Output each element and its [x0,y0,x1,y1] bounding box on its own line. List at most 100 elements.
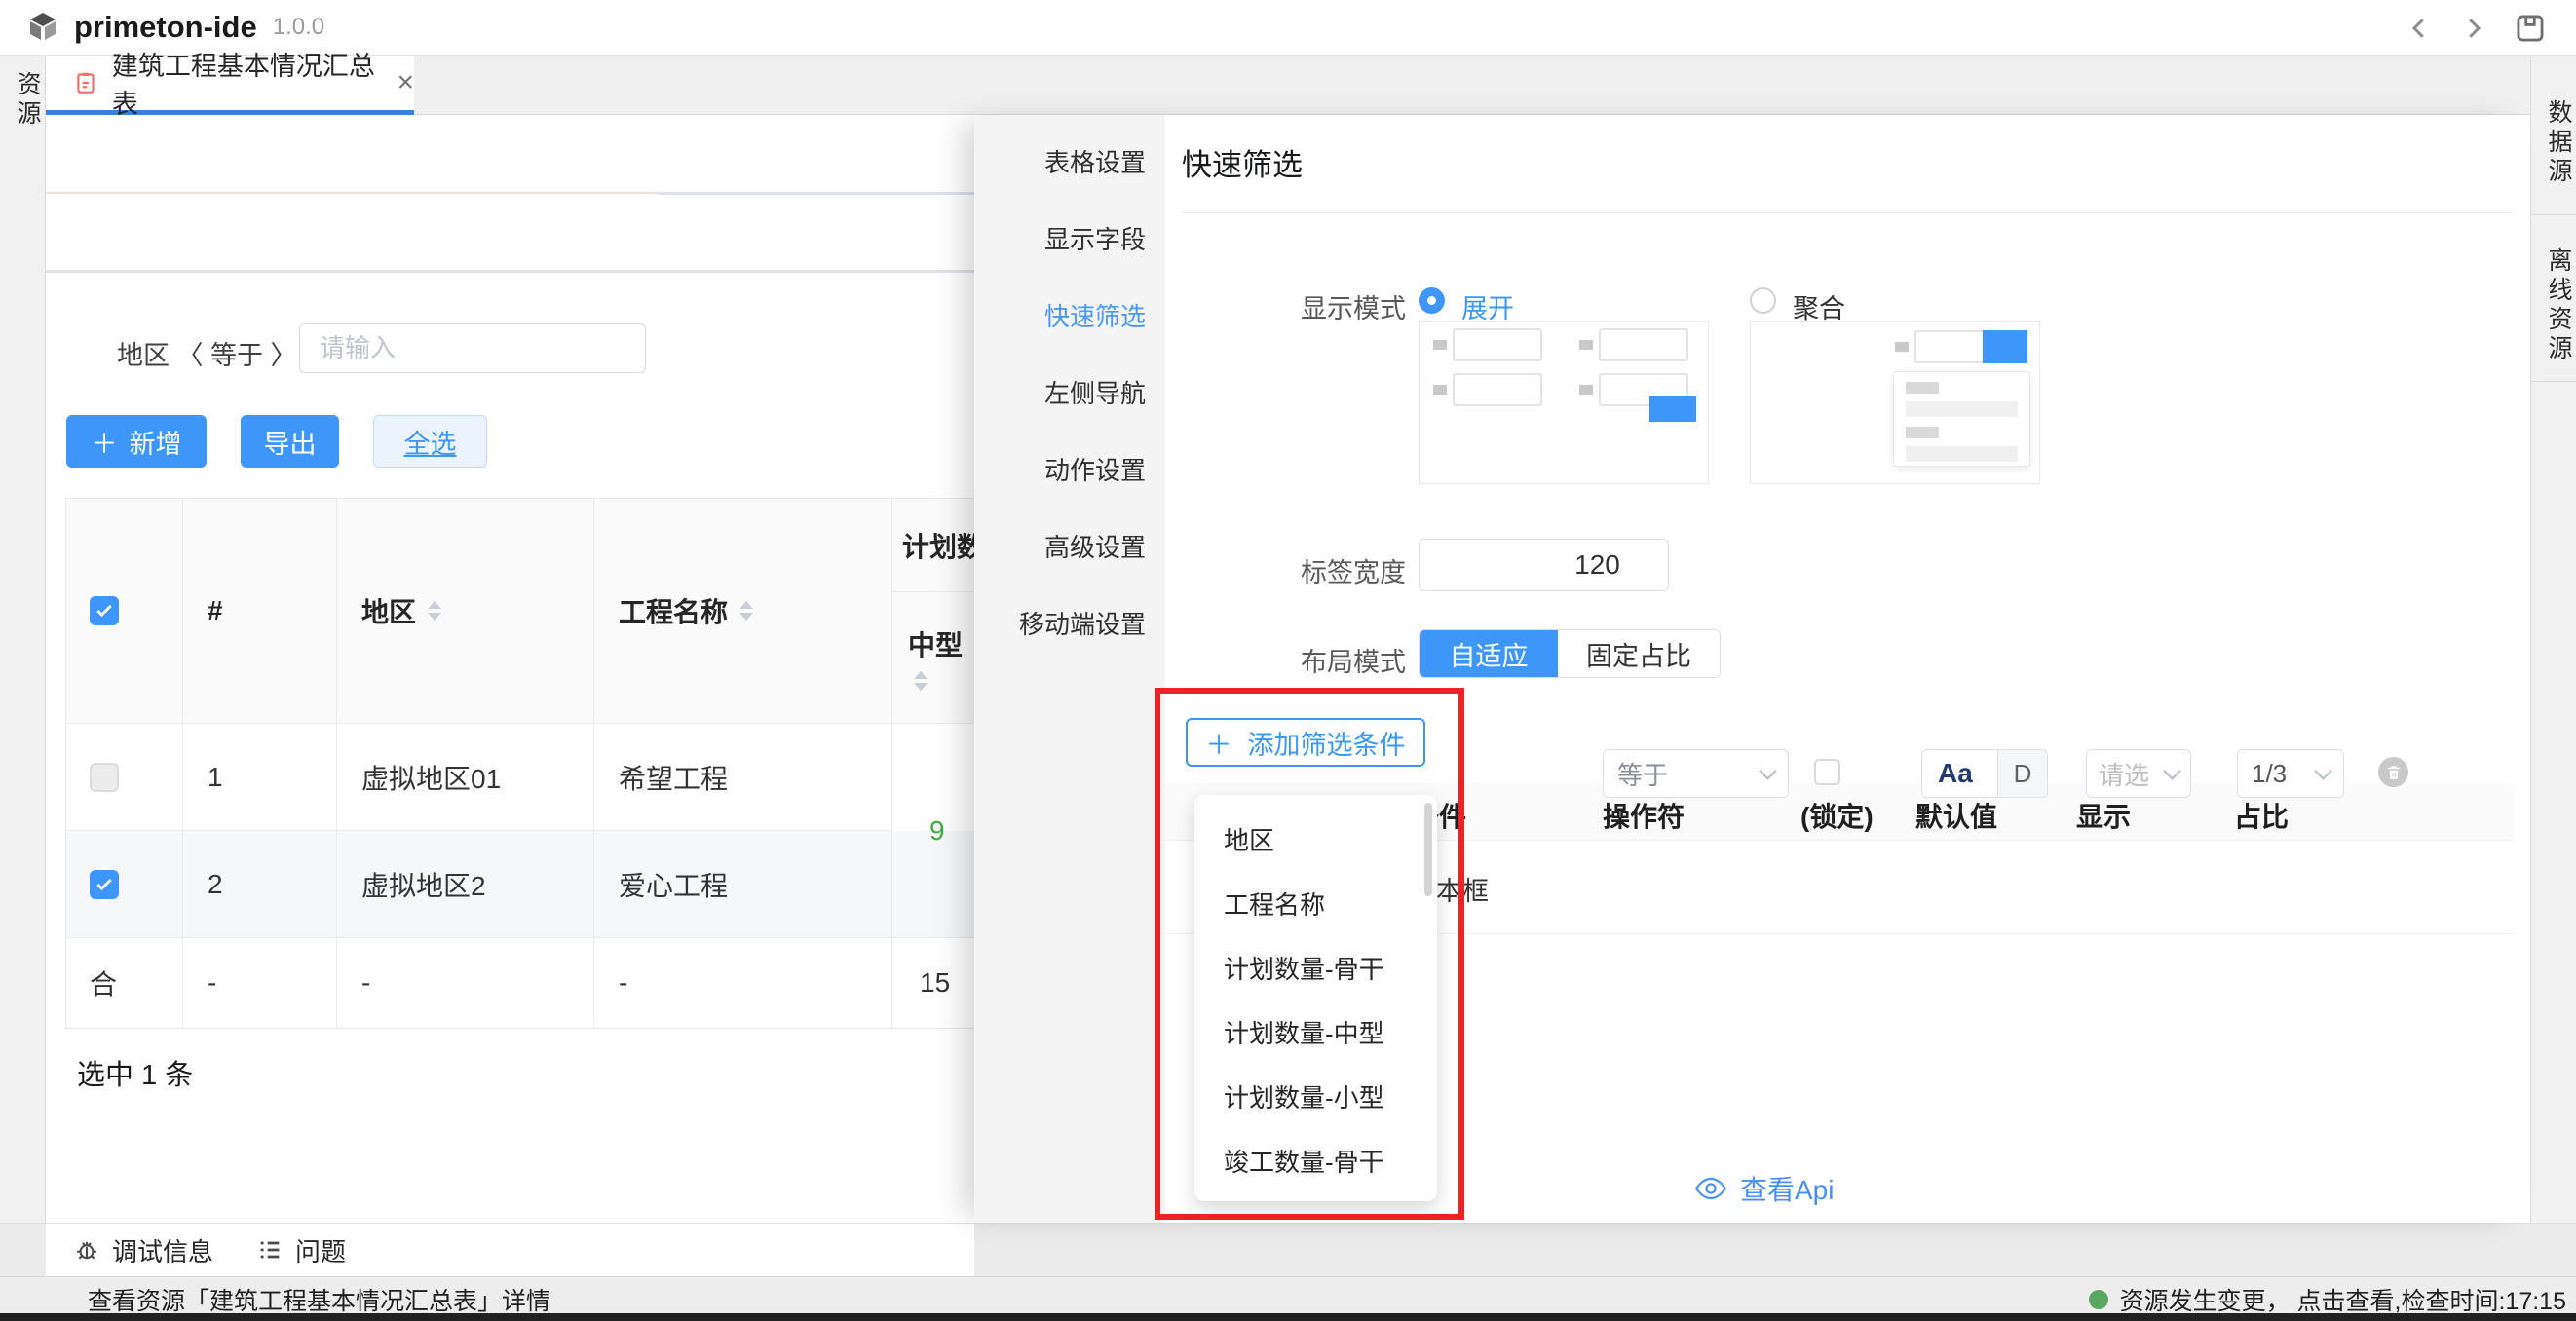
tab-title: 建筑工程基本情况汇总表 [112,45,380,121]
header-default: 默认值 [1915,796,1997,835]
region-filter-label: 地区 〈 等于 〉 [117,334,297,372]
nav-forward-icon[interactable] [2459,14,2488,43]
col-plan-group: 计划数量 [892,499,974,592]
plus-icon: ＋ [92,423,118,461]
row2-checkbox[interactable] [90,870,119,899]
radio-expand-label[interactable]: 展开 [1461,287,1514,325]
export-button[interactable]: 导出 [241,415,339,468]
list-icon [256,1236,284,1264]
resource-change-notice[interactable]: 资源发生变更， 点击查看,检查时间:17:15 [2089,1282,2566,1317]
label-width-input[interactable] [1420,540,1669,590]
menu-item-display-fields[interactable]: 显示字段 [974,200,1165,277]
merged-plan-mid-value: 9 [892,724,974,938]
lock-checkbox[interactable] [1814,759,1840,785]
right-rail: 数据源 离线资源 [2530,56,2576,1276]
menu-item-left-nav[interactable]: 左侧导航 [974,354,1165,431]
settings-menu: 表格设置 显示字段 快速筛选 左侧导航 动作设置 高级设置 移动端设置 [974,115,1165,1223]
tab-summary-table[interactable]: 建筑工程基本情况汇总表 × [46,56,414,115]
status-green-dot-icon [2089,1290,2108,1309]
menu-item-action-settings[interactable]: 动作设置 [974,431,1165,508]
segment-fixed-ratio[interactable]: 固定占比 [1558,630,1720,677]
add-row-button[interactable]: ＋ 新增 [66,415,207,468]
canvas-divider-pink [46,192,658,194]
table-row[interactable]: 2 虚拟地区2 爱心工程 [66,831,974,938]
summary-plan-mid-value: 15 [892,938,974,1028]
status-message: 查看资源「建筑工程基本情况汇总表」详情 [88,1282,550,1317]
layout-mode-label: 布局模式 [1165,641,1406,679]
header-ratio: 占比 [2234,796,2289,835]
label-width-stepper[interactable] [1419,539,1669,591]
select-all-button[interactable]: 全选 [373,415,487,468]
canvas-divider-2 [46,270,974,273]
display-select[interactable]: 请选 [2086,749,2191,798]
col-index: # [208,595,223,626]
debug-info-button[interactable]: 调试信息 [73,1232,213,1268]
segment-adaptive[interactable]: 自适应 [1420,630,1558,677]
ratio-select[interactable]: 1/3 [2237,749,2344,798]
canvas-divider-1 [658,192,974,195]
tab-bar: 建筑工程基本情况汇总表 × [46,56,2530,115]
panel-divider [1182,212,2515,213]
data-table: # 地区 工程名称 计划数量 中型 1 虚拟地区01 希望工程 2 [65,498,974,1029]
table-summary-row: 合 - - - 15 [66,938,974,1028]
dropdown-item-plan-backbone[interactable]: 计划数量-骨干 [1194,935,1437,1000]
menu-item-mobile-settings[interactable]: 移动端设置 [974,585,1165,661]
menu-item-quick-filter[interactable]: 快速筛选 [974,277,1165,354]
panel-title: 快速筛选 [1182,140,1303,184]
col-project: 工程名称 [619,591,728,630]
save-icon[interactable] [2514,12,2547,45]
dropdown-item-done-backbone[interactable]: 竣工数量-骨干 [1194,1128,1437,1192]
dropdown-scrollbar[interactable] [1424,803,1432,896]
default-value-addon[interactable]: D [1997,750,2047,797]
header-display: 显示 [2076,796,2131,835]
field-dropdown: 地区 工程名称 计划数量-骨干 计划数量-中型 计划数量-小型 竣工数量-骨干 [1194,795,1437,1201]
radio-aggregate[interactable] [1750,287,1776,314]
sort-icons-project[interactable] [739,601,753,621]
bottom-panel-bar: 调试信息 问题 [0,1223,2576,1276]
radio-expand[interactable] [1419,287,1445,314]
bug-icon [73,1236,100,1264]
operator-select[interactable]: 等于 [1603,749,1789,798]
expand-mode-preview[interactable] [1419,321,1709,484]
problems-button[interactable]: 问题 [256,1232,346,1268]
left-rail: 资源 [0,56,46,1276]
col-plan-mid: 中型 [908,624,974,663]
default-value-text[interactable]: Aa [1922,750,1997,797]
plus-icon: ＋ [1206,724,1232,762]
rail-item-resources[interactable]: 资源 [0,71,45,130]
nav-back-icon[interactable] [2405,14,2434,43]
eye-icon [1695,1177,1726,1200]
select-all-checkbox[interactable] [90,596,119,625]
display-mode-label: 显示模式 [1165,287,1406,325]
radio-aggregate-label[interactable]: 聚合 [1793,287,1845,325]
col-region: 地区 [361,591,416,630]
region-filter-input[interactable] [299,323,646,373]
title-bar: primeton-ide 1.0.0 [0,0,2576,56]
selection-count: 选中 1 条 [77,1052,193,1093]
label-width-label: 标签宽度 [1165,551,1406,589]
header-operator: 操作符 [1603,796,1685,835]
sort-icons-region[interactable] [428,601,441,621]
table-row[interactable]: 1 虚拟地区01 希望工程 [66,724,974,831]
window-bottom-edge [0,1313,2576,1321]
status-bar: 查看资源「建筑工程基本情况汇总表」详情 资源发生变更， 点击查看,检查时间:17… [0,1276,2576,1313]
delete-condition-icon[interactable] [2378,757,2408,787]
app-version: 1.0.0 [273,14,324,41]
add-filter-condition-button[interactable]: ＋ 添加筛选条件 [1186,718,1425,767]
dropdown-item-project[interactable]: 工程名称 [1194,871,1437,935]
sort-icons-plan-mid[interactable] [914,671,974,691]
dropdown-item-region[interactable]: 地区 [1194,807,1437,871]
menu-item-advanced-settings[interactable]: 高级设置 [974,508,1165,585]
menu-item-table-settings[interactable]: 表格设置 [974,123,1165,200]
aggregate-mode-preview[interactable] [1750,321,2040,484]
layout-mode-segmented: 自适应 固定占比 [1419,629,1721,678]
tab-close-icon[interactable]: × [397,66,414,99]
rail-item-datasource[interactable]: 数据源 [2531,71,2576,214]
dropdown-item-plan-small[interactable]: 计划数量-小型 [1194,1064,1437,1128]
header-lock: (锁定) [1800,796,1874,835]
row1-checkbox[interactable] [90,763,119,792]
default-value-input[interactable]: Aa D [1921,749,2048,798]
dropdown-item-plan-mid[interactable]: 计划数量-中型 [1194,1000,1437,1064]
rail-item-offline[interactable]: 离线资源 [2531,231,2576,381]
view-api-link[interactable]: 查看Api [1695,1169,1834,1208]
